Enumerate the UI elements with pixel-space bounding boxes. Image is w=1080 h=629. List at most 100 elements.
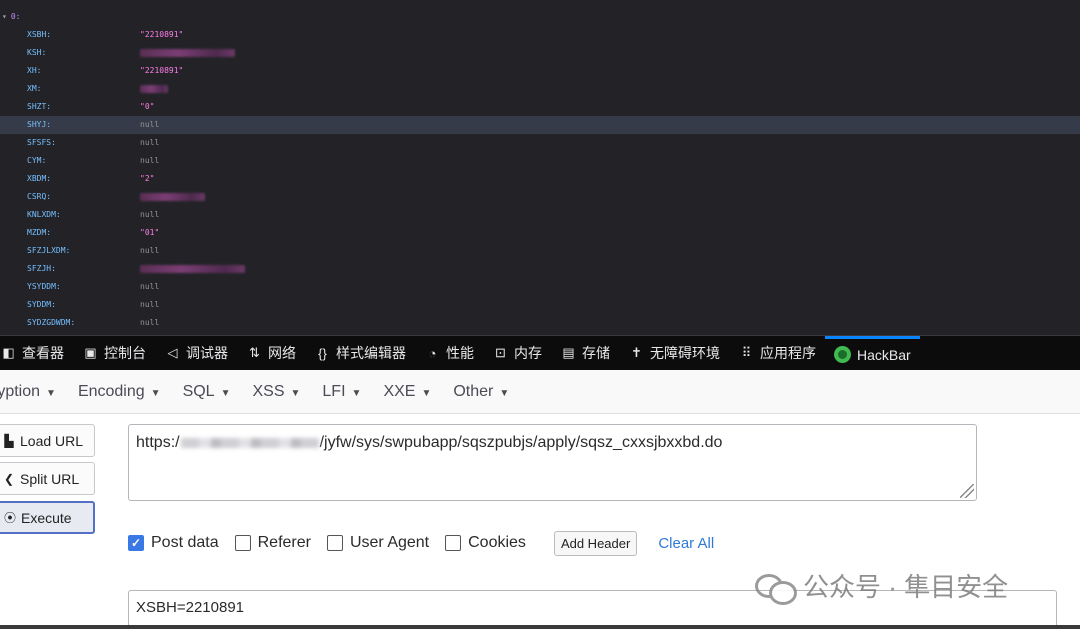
wechat-logo-icon	[755, 571, 797, 605]
devtools-tab-label: 查看器	[22, 345, 64, 361]
json-row[interactable]: KNLXDM: null	[0, 206, 1080, 224]
split-url-icon: ❮	[3, 471, 15, 486]
hackbar-menu-item[interactable]: XSS ▼	[252, 383, 300, 401]
json-row[interactable]: SYDDM: null	[0, 296, 1080, 314]
split-url-label: Split URL	[20, 470, 80, 487]
json-row[interactable]: SFSFS: null	[0, 134, 1080, 152]
json-value: null	[140, 120, 160, 129]
json-value: null	[140, 282, 160, 291]
user-agent-checkbox[interactable]	[326, 535, 343, 551]
json-row[interactable]: CSRQ:	[0, 188, 1080, 206]
devtools-tab-label: 网络	[268, 345, 296, 361]
devtools-tab-3[interactable]: ⇅ 网络	[237, 336, 305, 371]
json-row[interactable]: XH: "2210891"	[0, 62, 1080, 80]
json-row[interactable]: XBDM: "2"	[0, 170, 1080, 188]
referer-option[interactable]: Referer	[234, 534, 311, 552]
json-row[interactable]: SFZJLXDM: null	[0, 242, 1080, 260]
json-row[interactable]: CYM: null	[0, 152, 1080, 170]
referer-checkbox[interactable]	[234, 535, 251, 551]
post-data-checkbox[interactable]: ✓	[128, 535, 144, 551]
resize-grip-icon[interactable]	[960, 484, 974, 498]
json-value: "0"	[140, 102, 155, 111]
console-icon: ▣	[84, 345, 97, 360]
json-value: null	[140, 318, 160, 327]
request-options-row: ✓ Post data Referer User Agent Cookies A…	[128, 528, 714, 558]
application-icon: ⠿	[741, 345, 752, 360]
post-data-option[interactable]: ✓ Post data	[128, 534, 219, 552]
devtools-tab-5[interactable]: ◔ 性能	[415, 336, 483, 371]
devtools-tab-bar: ◧ 查看器 ▣ 控制台 ◁ 调试器 ⇅ 网络 {} 样式编辑器 ◔ 性能 ⊡ 内存 ▤ 存储 ✝ 无障碍环境 ⠿ 应用…	[0, 335, 1080, 371]
devtools-tab-7[interactable]: ▤ 存储	[551, 336, 619, 371]
hackbar-menu-label: SQL	[182, 382, 215, 400]
json-row[interactable]: YSYDDM: null	[0, 278, 1080, 296]
debugger-icon: ◁	[167, 345, 178, 360]
json-key: XSBH:	[27, 30, 52, 39]
json-row[interactable]: SHZT: "0"	[0, 98, 1080, 116]
redacted-value	[140, 265, 245, 273]
clear-all-link[interactable]: Clear All	[658, 535, 714, 552]
json-value: null	[140, 210, 160, 219]
memory-icon: ⊡	[495, 345, 506, 360]
performance-icon: ◔	[428, 345, 437, 361]
hackbar-menu-item[interactable]: Other ▼	[453, 383, 509, 401]
json-row[interactable]: SFZJH:	[0, 260, 1080, 278]
hackbar-menu-item[interactable]: SQL ▼	[183, 383, 231, 401]
devtools-tab-label: 控制台	[104, 345, 146, 361]
json-key: KSH:	[27, 48, 47, 57]
json-value: "2210891"	[140, 66, 184, 75]
post-data-value: XSBH=2210891	[136, 599, 245, 616]
devtools-tab-2[interactable]: ◁ 调试器	[155, 336, 237, 371]
hackbar-menu-item[interactable]: LFI ▼	[322, 383, 361, 401]
json-row[interactable]: SHYJ: null	[0, 116, 1080, 134]
json-root-row[interactable]: ▾ 0:	[2, 10, 20, 24]
hackbar-menu-item[interactable]: Encoding ▼	[78, 383, 161, 401]
redacted-value	[140, 85, 168, 93]
load-url-button[interactable]: ▙ Load URL	[0, 424, 95, 457]
json-row[interactable]: XSBH: "2210891"	[0, 26, 1080, 44]
url-input[interactable]: https:/ /jyfw/sys/swpubapp/sqszpubjs/appl…	[128, 424, 977, 501]
devtools-tab-1[interactable]: ▣ 控制台	[73, 336, 155, 371]
json-value: "2210891"	[140, 30, 184, 39]
add-header-button[interactable]: Add Header	[553, 530, 638, 556]
user-agent-option[interactable]: User Agent	[326, 534, 429, 552]
cookies-checkbox[interactable]	[445, 535, 462, 551]
style-editor-icon: {}	[318, 345, 327, 361]
devtools-tab-hackbar[interactable]: HackBar	[825, 335, 920, 371]
url-path: /jyfw/sys/swpubapp/sqszpubjs/apply/sqsz_…	[319, 434, 723, 451]
cookies-option[interactable]: Cookies	[445, 534, 526, 552]
json-row[interactable]: XM:	[0, 80, 1080, 98]
network-icon: ⇅	[249, 345, 260, 360]
referer-label: Referer	[257, 534, 311, 551]
chevron-down-icon: ▼	[421, 387, 432, 399]
expand-triangle-icon[interactable]: ▾	[2, 12, 7, 21]
json-key: SFSFS:	[27, 138, 56, 147]
devtools-tab-label: 存储	[582, 345, 610, 361]
json-key: SYDZGDWDM:	[27, 318, 76, 327]
execute-label: Execute	[21, 509, 72, 526]
devtools-tab-label: 样式编辑器	[336, 345, 406, 361]
json-key: MZDM:	[27, 228, 52, 237]
devtools-tab-0[interactable]: ◧ 查看器	[0, 336, 73, 371]
json-row[interactable]: KSH:	[0, 44, 1080, 62]
hackbar-menu-item[interactable]: ryption ▼	[0, 383, 56, 401]
json-row[interactable]: MZDM: "01"	[0, 224, 1080, 242]
devtools-tab-4[interactable]: {} 样式编辑器	[305, 336, 415, 371]
json-key: SHYJ:	[27, 120, 52, 129]
url-scheme: https:/	[136, 434, 180, 451]
devtools-tab-8[interactable]: ✝ 无障碍环境	[619, 336, 729, 371]
redacted-value	[140, 49, 235, 57]
json-value: null	[140, 156, 160, 165]
hackbar-menu-label: LFI	[322, 382, 346, 400]
devtools-tab-9[interactable]: ⠿ 应用程序	[729, 336, 825, 371]
bottom-edge	[0, 625, 1080, 629]
execute-button[interactable]: ⦿ Execute	[0, 501, 95, 534]
json-key: CYM:	[27, 156, 47, 165]
split-url-button[interactable]: ❮ Split URL	[0, 462, 95, 495]
json-root-key: 0:	[10, 12, 21, 21]
json-row[interactable]: SYDZGDWDM: null	[0, 314, 1080, 332]
hackbar-menu-item[interactable]: XXE ▼	[383, 383, 431, 401]
watermark-text: 公众号 · 隼目安全	[803, 572, 1009, 602]
devtools-tab-6[interactable]: ⊡ 内存	[483, 336, 551, 371]
hackbar-menu-label: XXE	[383, 382, 416, 400]
chevron-down-icon: ▼	[499, 387, 510, 399]
